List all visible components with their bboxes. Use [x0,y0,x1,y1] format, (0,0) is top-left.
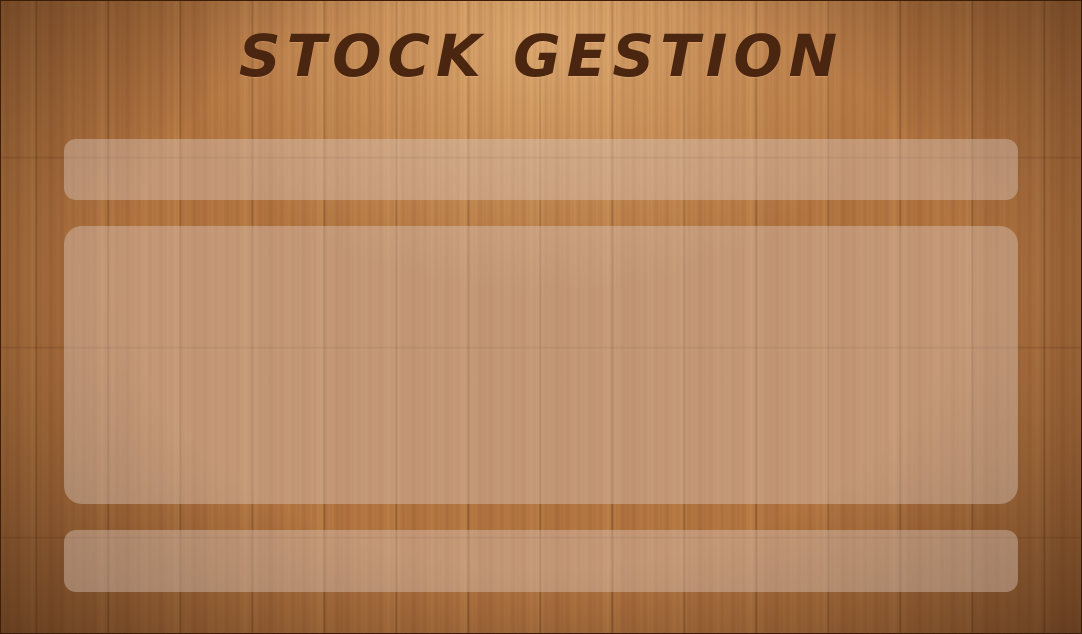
bottom-panel [64,530,1018,592]
top-panel [64,139,1018,200]
main-panel [64,226,1018,504]
app-title: STOCK GESTION [238,22,844,90]
